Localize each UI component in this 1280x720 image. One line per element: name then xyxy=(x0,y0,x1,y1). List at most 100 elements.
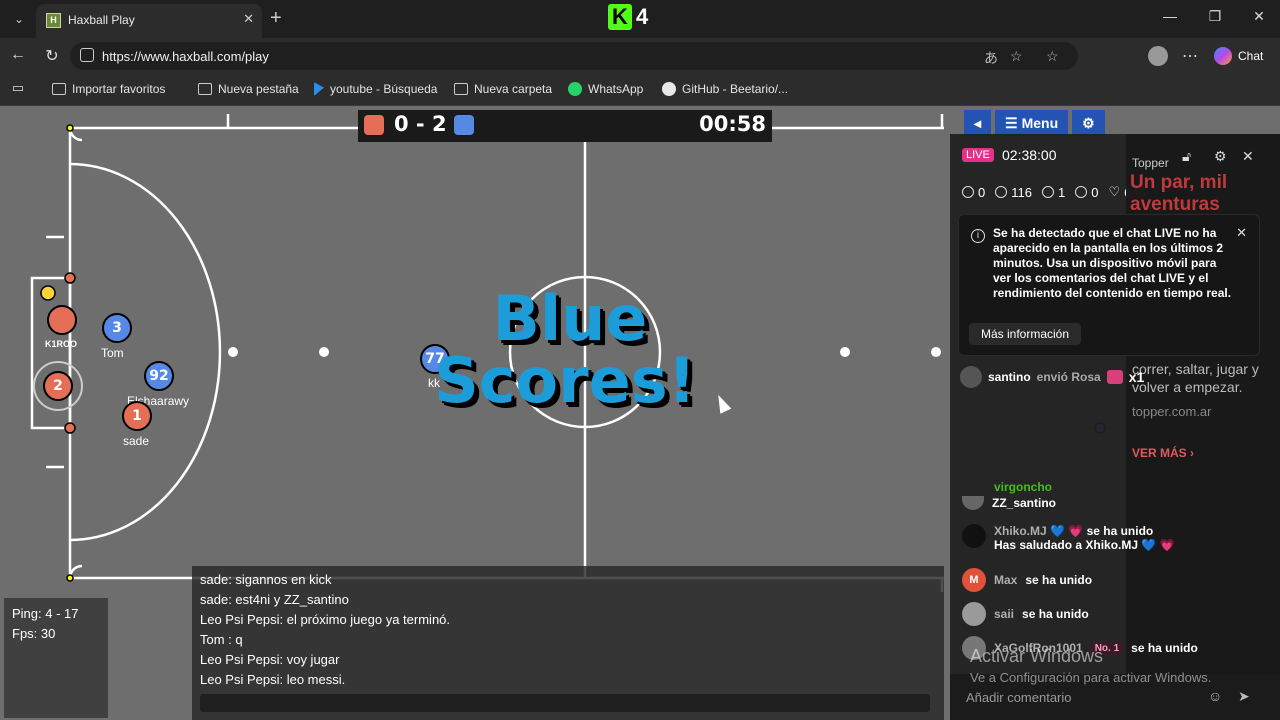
bookmark-github[interactable]: GitHub - Beetario/... xyxy=(662,82,788,96)
send-icon[interactable]: ➤ xyxy=(1238,688,1250,705)
ad-headline: Un par, mil aventuras xyxy=(1130,172,1228,215)
stat-value: 0 xyxy=(1091,184,1099,200)
people-icon xyxy=(962,186,974,198)
live-badge: LIVE xyxy=(962,148,994,162)
ad-text: correr, saltar, jugar y volver a empezar… xyxy=(1132,361,1259,395)
speaker-icon: ◂ xyxy=(974,114,982,131)
gift-user: santino xyxy=(988,370,1031,384)
bookmark-label: youtube - Búsqueda xyxy=(330,82,438,96)
ad-more-label: VER MÁS xyxy=(1132,446,1187,460)
rose-icon xyxy=(1106,370,1123,384)
folder-icon xyxy=(454,83,468,95)
more-menu-icon[interactable]: ⋯ xyxy=(1180,46,1200,66)
stat-value: 116 xyxy=(1011,184,1032,200)
kick-number: 4 xyxy=(636,4,649,29)
goal-overlay-line2: Scores! xyxy=(434,344,696,417)
score: 0 - 2 xyxy=(394,112,447,136)
windows-watermark-title: Activar Windows xyxy=(970,646,1104,666)
game-buttons: ◂ ☰ Menu ⚙ xyxy=(964,110,1105,136)
chat-message: Xhiko.MJ 💙 💗 se ha unido Has saludado a … xyxy=(962,524,1175,552)
chat-notice: i Se ha detectado que el chat LIVE no ha… xyxy=(958,214,1260,356)
kick-k-icon: K xyxy=(608,4,632,30)
tab-title: Haxball Play xyxy=(68,13,135,27)
game-chat-input[interactable] xyxy=(200,694,930,712)
chat-message: ZZ_santino xyxy=(962,496,1056,510)
gift-count: x1 xyxy=(1128,369,1145,385)
more-info-button[interactable]: Más información xyxy=(969,323,1082,345)
bookmark-folder[interactable]: Nueva carpeta xyxy=(454,82,552,96)
hamburger-icon: ☰ xyxy=(1005,114,1018,131)
github-icon xyxy=(662,82,676,96)
player-blue-tom: 3 xyxy=(102,313,132,343)
player-name: Tom xyxy=(101,346,124,360)
emoji-icon[interactable]: ☺ xyxy=(1208,688,1222,704)
tab-list-button[interactable]: ⌄ xyxy=(8,8,30,30)
lock-icon[interactable]: 🔓︎ xyxy=(1182,148,1191,165)
player-blue-elshaarawy: 92 xyxy=(144,361,174,391)
notice-text: Se ha detectado que el chat LIVE no ha a… xyxy=(993,226,1232,300)
ping-text: Ping: 4 - 17 xyxy=(12,606,79,621)
menu-button[interactable]: ☰ Menu xyxy=(995,110,1069,136)
menu-label: Menu xyxy=(1021,115,1059,131)
maximize-button[interactable]: ❐ xyxy=(1205,8,1225,25)
close-window-button[interactable]: ✕ xyxy=(1249,8,1269,25)
copilot-chat-button[interactable]: Chat xyxy=(1210,44,1273,68)
tab-haxball[interactable]: H Haxball Play ✕ xyxy=(36,4,262,38)
fps-text: Fps: 30 xyxy=(12,626,56,641)
haxball-game[interactable]: 0 - 2 00:58 K1ROO 3 Tom 2 92 Elshaarawy … xyxy=(0,106,1280,720)
scoreboard: 0 - 2 00:58 xyxy=(358,110,772,142)
player-name: K1ROO xyxy=(45,339,78,349)
player-name: sade xyxy=(123,434,150,448)
settings-icon[interactable]: ⚙ xyxy=(1214,148,1227,165)
gear-icon: ⚙ xyxy=(1082,114,1095,131)
favorites-icon[interactable]: ☆ xyxy=(1046,48,1059,65)
close-icon[interactable]: ✕ xyxy=(1242,148,1254,165)
copilot-icon xyxy=(1214,47,1232,65)
bookmark-label: GitHub - Beetario/... xyxy=(682,82,789,96)
tab-icon xyxy=(198,83,212,95)
gifts-stat: 1 xyxy=(1041,184,1065,200)
back-button[interactable]: ← xyxy=(8,46,28,64)
message-text: se ha unido xyxy=(1022,607,1089,621)
avatar xyxy=(962,524,986,548)
kick-live-panel: LIVE 02:38:00 0 116 1 0 ♡646 Topper 🔓︎ ⚙… xyxy=(950,134,1280,720)
sound-button[interactable]: ◂ xyxy=(964,110,992,136)
bookmarks-bar: ▭ Importar favoritos Nueva pestaña youtu… xyxy=(0,74,1280,106)
chat-label: Chat xyxy=(1238,49,1264,63)
settings-button[interactable]: ⚙ xyxy=(1072,110,1105,136)
chat-line: sade: sigannos en kick xyxy=(200,572,332,587)
bookmark-whatsapp[interactable]: WhatsApp xyxy=(568,82,643,96)
bookmark-new-tab[interactable]: Nueva pestaña xyxy=(198,82,299,96)
bing-icon xyxy=(314,82,324,96)
gift-message: santino envió Rosa x1 xyxy=(960,366,1144,388)
player-red-k1roo xyxy=(47,305,77,335)
ad-more-link[interactable]: VER MÁS › xyxy=(1132,446,1194,460)
message-user: Xhiko.MJ 💙 💗 xyxy=(994,524,1084,538)
gift-icon xyxy=(1041,186,1054,198)
message-text: se ha unido xyxy=(1025,573,1093,587)
url-field[interactable]: https://www.haxball.com/play あ ☆ ☆ xyxy=(70,42,1078,70)
info-icon: i xyxy=(971,229,985,243)
ad-url[interactable]: topper.com.ar xyxy=(1132,404,1212,419)
reload-button[interactable]: ↻ xyxy=(42,46,62,66)
close-tab-icon[interactable]: ✕ xyxy=(243,11,254,27)
minimize-button[interactable]: — xyxy=(1160,8,1180,24)
avatar: M xyxy=(962,568,986,592)
bookmark-import[interactable]: Importar favoritos xyxy=(52,82,165,96)
favorite-star-icon[interactable]: ☆ xyxy=(1010,48,1023,65)
avatar xyxy=(962,496,984,510)
new-tab-button[interactable]: + xyxy=(270,7,282,29)
gift-action: envió Rosa xyxy=(1036,370,1101,384)
profile-avatar[interactable] xyxy=(1148,46,1168,66)
user-plus-icon xyxy=(1075,186,1088,198)
heart-icon: ♡ xyxy=(1108,184,1121,199)
screen: ⌄ H Haxball Play ✕ + K 4 — ❐ ✕ ← ↻ https… xyxy=(0,0,1280,720)
bookmark-label: WhatsApp xyxy=(588,82,644,96)
translate-icon[interactable]: あ xyxy=(984,48,998,68)
sidebar-toggle-icon[interactable]: ▭ xyxy=(8,80,28,96)
bookmark-youtube[interactable]: youtube - Búsqueda xyxy=(314,82,437,96)
site-info-icon[interactable] xyxy=(80,48,94,62)
notice-close-icon[interactable]: ✕ xyxy=(1236,225,1247,241)
avatar xyxy=(962,602,986,626)
chat-message: saii se ha unido xyxy=(962,602,1089,626)
